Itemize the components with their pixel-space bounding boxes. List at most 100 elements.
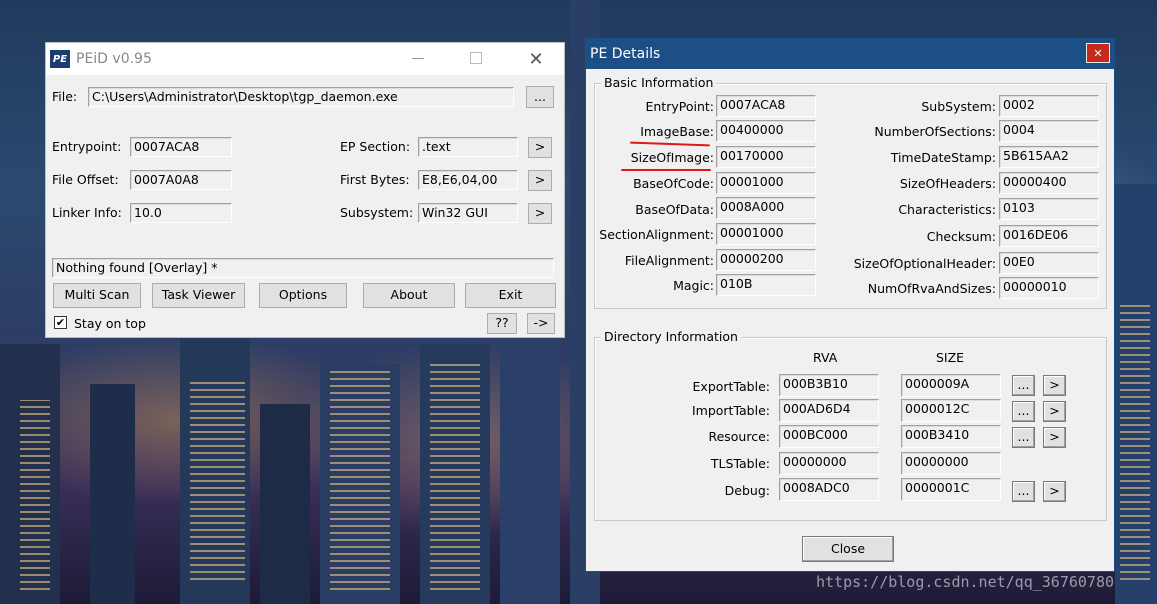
numberofsections-label: NumberOfSections: (874, 124, 996, 139)
peid-logo-text: PE (52, 53, 68, 65)
sizeofoptionalheader-label: SizeOfOptionalHeader: (853, 256, 996, 271)
dots-label: ... (1017, 429, 1030, 445)
size-header: SIZE (936, 350, 965, 365)
help-button[interactable]: ?? (487, 313, 517, 334)
arrow-label: > (1049, 429, 1060, 445)
debug-view-button[interactable]: ... (1012, 481, 1035, 502)
entrypoint-label: Entrypoint: (52, 139, 122, 154)
minimize-button[interactable] (412, 58, 424, 59)
options-button[interactable]: Options (259, 283, 347, 308)
entrypoint-value: 0007ACA8 (716, 95, 816, 117)
directory-information-label: Directory Information (601, 329, 741, 344)
file-offset-field: 0007A0A8 (130, 170, 232, 190)
entrypoint-label: EntryPoint: (645, 99, 714, 114)
multi-scan-label: Multi Scan (64, 287, 130, 303)
entrypoint-field: 0007ACA8 (130, 137, 232, 157)
imagebase-label: ImageBase: (640, 124, 714, 139)
file-label: File: (52, 89, 78, 104)
watermark-text: https://blog.csdn.net/qq_36760780 (816, 573, 1115, 591)
importtable-rva: 000AD6D4 (779, 399, 879, 422)
filealignment-value: 00000200 (716, 249, 816, 271)
ep-section-field: .text (418, 137, 518, 157)
importtable-label: ImportTable: (691, 403, 770, 418)
dots-label: ... (1017, 403, 1030, 419)
close-button-label: Close (830, 540, 866, 556)
dots-label: ... (1017, 483, 1030, 499)
sizeofimage-label: SizeOfImage: (630, 150, 714, 165)
ep-section-label: EP Section: (340, 139, 411, 154)
numofrvaandsizes-label: NumOfRvaAndSizes: (867, 281, 996, 296)
exit-button[interactable]: Exit (465, 283, 556, 308)
arrow-label: > (534, 205, 546, 221)
basic-information-group: Basic Information EntryPoint: ImageBase:… (594, 75, 1107, 309)
magic-label: Magic: (673, 278, 714, 293)
first-bytes-label: First Bytes: (340, 172, 410, 187)
sectionalignment-value: 00001000 (716, 223, 816, 245)
subsystem-arrow-button[interactable]: > (528, 203, 552, 224)
maximize-button[interactable] (470, 52, 482, 64)
ep-section-arrow-button[interactable]: > (528, 137, 552, 158)
sizeofheaders-value: 00000400 (999, 172, 1099, 194)
arrow-label: > (534, 139, 546, 155)
subsystem-label: Subsystem: (340, 205, 414, 220)
dots-label: ... (1017, 377, 1030, 393)
multi-scan-button[interactable]: Multi Scan (53, 283, 141, 308)
peid-logo-icon: PE (50, 50, 70, 68)
about-button[interactable]: About (363, 283, 455, 308)
baseofdata-label: BaseOfData: (635, 202, 714, 217)
checksum-value: 0016DE06 (999, 225, 1099, 247)
arrow-label: > (1049, 403, 1060, 419)
exporttable-view-button[interactable]: ... (1012, 375, 1035, 396)
task-viewer-button[interactable]: Task Viewer (152, 283, 245, 308)
checksum-label: Checksum: (926, 229, 996, 244)
debug-arrow-button[interactable]: > (1043, 481, 1066, 502)
pe-details-close-icon[interactable]: ✕ (1086, 43, 1110, 63)
resource-rva: 000BC000 (779, 425, 879, 448)
peid-title: PEiD v0.95 (76, 51, 152, 67)
sizeofimage-annotation-underline (621, 169, 711, 171)
peid-titlebar[interactable]: PE PEiD v0.95 ✕ (46, 43, 564, 75)
importtable-arrow-button[interactable]: > (1043, 401, 1066, 422)
stay-on-top-label[interactable]: Stay on top (74, 316, 146, 331)
sizeofheaders-label: SizeOfHeaders: (899, 176, 996, 191)
exit-label: Exit (498, 287, 523, 303)
debug-size: 0000001C (901, 478, 1001, 501)
exporttable-label: ExportTable: (692, 379, 770, 394)
stay-on-top-checkbox[interactable]: ✔ (54, 316, 67, 329)
close-icon[interactable]: ✕ (524, 47, 548, 71)
subsystem-value: 0002 (999, 95, 1099, 117)
pe-details-window: PE Details ✕ Basic Information EntryPoin… (585, 38, 1115, 572)
extras-label: -> (533, 315, 549, 331)
numberofsections-value: 0004 (999, 120, 1099, 142)
extras-button[interactable]: -> (527, 313, 555, 334)
peid-window: PE PEiD v0.95 ✕ File: C:\Users\Administr… (45, 42, 565, 338)
characteristics-label: Characteristics: (898, 202, 996, 217)
close-button[interactable]: Close (802, 536, 894, 562)
exporttable-size: 0000009A (901, 374, 1001, 397)
timedatestamp-label: TimeDateStamp: (890, 150, 996, 165)
first-bytes-arrow-button[interactable]: > (528, 170, 552, 191)
resource-view-button[interactable]: ... (1012, 427, 1035, 448)
resource-size: 000B3410 (901, 425, 1001, 448)
filealignment-label: FileAlignment: (624, 253, 714, 268)
browse-button-label: ... (534, 88, 546, 104)
basic-information-label: Basic Information (601, 75, 717, 90)
resource-arrow-button[interactable]: > (1043, 427, 1066, 448)
close-x-glyph: ✕ (1093, 46, 1103, 60)
sectionalignment-label: SectionAlignment: (599, 227, 714, 242)
imagebase-value: 00400000 (716, 120, 816, 142)
file-path-field[interactable]: C:\Users\Administrator\Desktop\tgp_daemo… (88, 87, 514, 107)
help-label: ?? (495, 315, 509, 331)
resource-label: Resource: (708, 429, 770, 444)
browse-button[interactable]: ... (526, 86, 554, 108)
exporttable-arrow-button[interactable]: > (1043, 375, 1066, 396)
magic-value: 010B (716, 274, 816, 296)
tlstable-rva: 00000000 (779, 452, 879, 475)
sizeofoptionalheader-value: 00E0 (999, 252, 1099, 274)
subsystem-label: SubSystem: (921, 99, 996, 114)
importtable-size: 0000012C (901, 399, 1001, 422)
pe-details-titlebar[interactable]: PE Details ✕ (586, 39, 1114, 69)
importtable-view-button[interactable]: ... (1012, 401, 1035, 422)
tlstable-size: 00000000 (901, 452, 1001, 475)
debug-label: Debug: (724, 483, 770, 498)
